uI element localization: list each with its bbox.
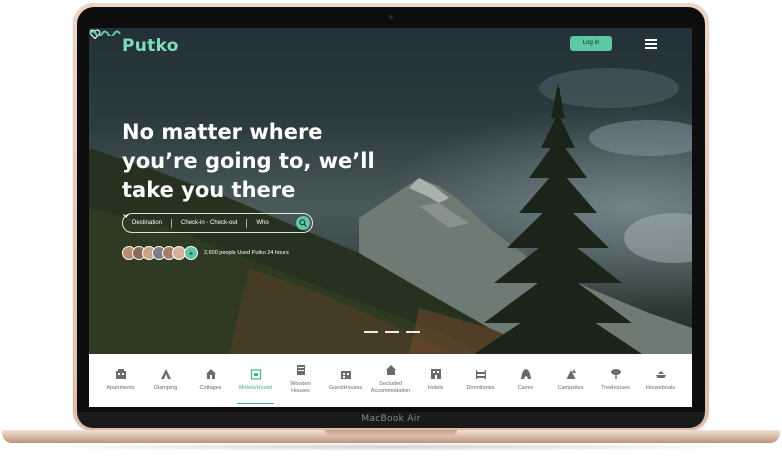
category-houseboats[interactable]: Houseboats	[638, 354, 683, 407]
category-guesthouses[interactable]: GuestHouses	[323, 354, 368, 407]
guesthouses-icon	[340, 371, 351, 379]
caves-icon	[520, 369, 531, 379]
treehouses-icon	[610, 369, 621, 379]
category-bar: Apartments Glamping Cottages Motels/Host…	[89, 354, 692, 407]
category-label: Campsites	[557, 385, 584, 391]
slide-indicators	[364, 331, 420, 333]
category-label: Hotels	[427, 385, 444, 391]
secluded-icon	[385, 365, 396, 375]
chevron-down-icon	[123, 214, 129, 218]
campsites-icon	[566, 369, 576, 379]
brand-logo[interactable]: Putko	[122, 36, 179, 56]
search-button[interactable]	[296, 216, 310, 230]
slide-dot[interactable]	[385, 331, 399, 333]
glamping-icon	[160, 369, 171, 379]
screen: Putko Log in No matter where you’re goin…	[89, 28, 692, 407]
cottages-icon	[205, 369, 216, 379]
category-wooden-houses[interactable]: Wooden Houses	[278, 354, 323, 407]
houseboats-icon	[655, 371, 666, 378]
guests-field[interactable]: Who	[123, 214, 277, 226]
search-icon	[299, 219, 307, 227]
category-label: Motels/Hostel	[238, 385, 273, 391]
laptop-shadow	[14, 443, 768, 451]
menu-icon[interactable]	[645, 39, 657, 49]
guests-label: Who	[256, 220, 269, 226]
category-label: Apartments	[106, 385, 135, 391]
category-apartments[interactable]: Apartments	[98, 354, 143, 407]
category-label: Treehouses	[601, 385, 630, 391]
model-label: MacBook Air	[361, 414, 421, 424]
camera-icon	[389, 15, 393, 19]
category-secluded[interactable]: Secluded Accommodation	[368, 354, 413, 407]
category-label: Glamping	[153, 385, 178, 391]
slide-dot[interactable]	[364, 331, 378, 333]
category-label: Houseboats	[645, 385, 676, 391]
search-bar: Destination Check-in - Check-out Who	[122, 213, 313, 233]
hero-section: Putko Log in No matter where you’re goin…	[89, 28, 692, 354]
destination-field[interactable]: Destination	[123, 220, 171, 226]
category-motels[interactable]: Motels/Hostel	[233, 354, 278, 407]
dates-field[interactable]: Check-in - Check-out	[172, 220, 246, 226]
category-caves[interactable]: Caves	[503, 354, 548, 407]
category-label: Caves	[517, 385, 534, 391]
squiggle-decoration	[89, 30, 121, 36]
avatar-more[interactable]: +	[184, 246, 198, 260]
apartments-icon	[115, 369, 126, 379]
category-label: Wooden Houses	[290, 381, 311, 394]
category-dormitories[interactable]: Dormitories	[458, 354, 503, 407]
headline-line: No matter where	[122, 120, 323, 144]
category-cottages[interactable]: Cottages	[188, 354, 233, 407]
laptop-notch	[325, 430, 457, 436]
motels-icon	[250, 369, 261, 380]
headline-line: you’re going to, we’ll	[122, 149, 375, 173]
login-button[interactable]: Log in	[570, 36, 612, 51]
category-label: Secluded Accommodation	[370, 381, 411, 394]
dormitories-icon	[475, 370, 486, 379]
category-treehouses[interactable]: Treehouses	[593, 354, 638, 407]
category-label: Dormitories	[466, 385, 495, 391]
headline-line: take you there	[122, 178, 296, 202]
category-label: GuestHouses	[328, 385, 363, 391]
category-campsites[interactable]: Campsites	[548, 354, 593, 407]
hero-headline: No matter where you’re going to, we’ll t…	[122, 118, 382, 205]
category-hotels[interactable]: Hotels	[413, 354, 458, 407]
social-proof-text: 2,600 people Used Putko 24 hours	[204, 250, 289, 256]
slide-dot[interactable]	[406, 331, 420, 333]
category-glamping[interactable]: Glamping	[143, 354, 188, 407]
hotels-icon	[430, 369, 441, 379]
category-label: Cottages	[199, 385, 222, 391]
wooden-houses-icon	[296, 365, 305, 375]
